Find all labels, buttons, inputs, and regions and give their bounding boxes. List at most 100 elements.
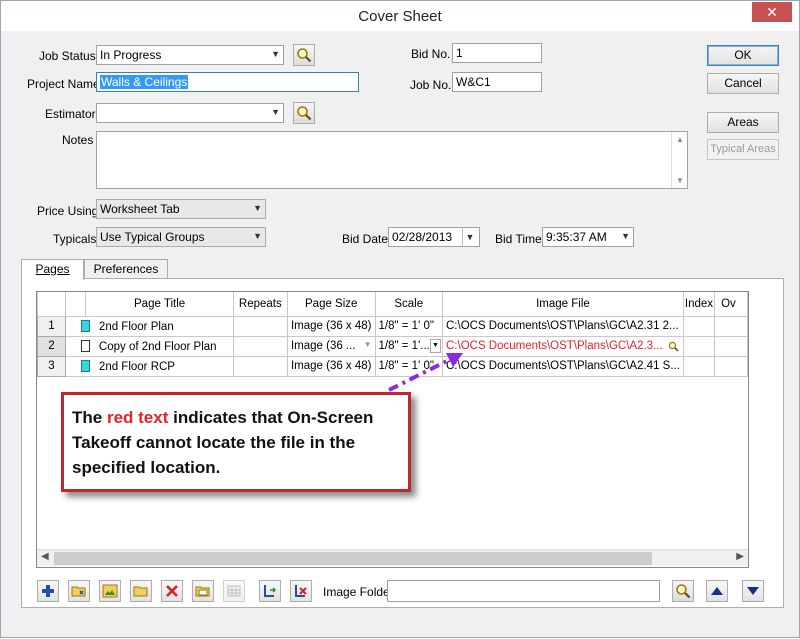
index-cell[interactable] <box>682 315 716 337</box>
col-header-page-size[interactable]: Page Size <box>286 292 376 317</box>
col-header-scale[interactable]: Scale <box>374 292 443 317</box>
page-title-cell[interactable]: 2nd Floor Plan <box>64 315 234 337</box>
areas-button[interactable]: Areas <box>707 112 779 133</box>
scroll-up-icon: ▲ <box>676 135 684 144</box>
image-folder-field[interactable] <box>387 580 660 602</box>
arrow-up-icon <box>711 587 723 595</box>
job-status-search-button[interactable] <box>293 44 315 66</box>
image-folder-label: Image Folder <box>323 585 394 599</box>
ov-cell[interactable] <box>714 355 748 377</box>
chevron-down-icon[interactable]: ▼ <box>364 340 372 349</box>
page-icon <box>80 339 90 352</box>
page-cyan-icon <box>80 359 90 372</box>
folder-open-button[interactable] <box>192 580 214 602</box>
row-number[interactable]: 3 <box>37 355 66 377</box>
bid-no-field[interactable]: 1 <box>452 43 542 63</box>
repeats-cell[interactable] <box>232 315 288 337</box>
ok-button[interactable]: OK <box>707 45 779 66</box>
move-icon <box>264 585 277 597</box>
index-cell[interactable] <box>682 335 716 357</box>
grid-icon <box>227 585 241 597</box>
scale-cell[interactable]: 1/8" = 1' 0" <box>374 315 443 337</box>
col-header-ov[interactable]: Ov <box>714 292 748 317</box>
scale-cell[interactable]: 1/8" = 1' 0" <box>374 355 443 377</box>
notes-scrollbar[interactable]: ▲ ▼ <box>671 132 687 188</box>
repeats-cell[interactable] <box>232 355 288 377</box>
image-file-missing-text: C:\OCS Documents\OST\Plans\GC\A2.3... <box>446 340 663 352</box>
callout-prefix: The <box>72 408 107 427</box>
magnifier-icon <box>676 584 691 599</box>
estimator-select[interactable]: ▼ <box>96 103 284 123</box>
window-title: Cover Sheet <box>358 8 442 25</box>
annotation-callout: The red text indicates that On-Screen Ta… <box>61 392 411 492</box>
col-header-index[interactable]: Index <box>682 292 716 317</box>
row-number[interactable]: 2 <box>37 335 66 357</box>
grid-horizontal-scrollbar[interactable]: ◀ ▶ <box>37 549 748 566</box>
chevron-down-icon: ▼ <box>253 203 262 213</box>
table-row[interactable]: 3 2nd Floor RCP Image (36 x 48) 1/8" = 1… <box>37 355 748 377</box>
chevron-down-icon[interactable]: ▼ <box>430 338 441 353</box>
project-name-field[interactable]: Walls & Ceilings <box>96 72 359 92</box>
image-file-cell[interactable]: C:\OCS Documents\OST\Plans\GC\A2.31 2... <box>442 315 684 337</box>
folder-open-icon <box>195 586 210 597</box>
calendar-dropdown-icon[interactable]: ▼ <box>462 228 477 246</box>
tab-preferences[interactable]: Preferences <box>84 259 168 279</box>
image-folder-search-button[interactable] <box>672 580 694 602</box>
ov-cell[interactable] <box>714 335 748 357</box>
page-title-cell[interactable]: Copy of 2nd Floor Plan <box>64 335 234 357</box>
price-using-label: Price Using <box>37 204 99 218</box>
typicals-select[interactable]: Use Typical Groups ▼ <box>96 227 266 247</box>
row-number[interactable]: 1 <box>37 315 66 337</box>
move-button[interactable] <box>259 580 281 602</box>
delete-page-button[interactable] <box>161 580 183 602</box>
arrow-down-icon <box>747 587 759 595</box>
scale-text: 1/8" = 1'... <box>378 340 430 352</box>
index-cell[interactable] <box>682 355 716 377</box>
scroll-left-icon[interactable]: ◀ <box>41 551 49 562</box>
image-button[interactable] <box>99 580 121 602</box>
typical-areas-button[interactable]: Typical Areas <box>707 139 779 160</box>
scroll-thumb[interactable] <box>54 552 652 565</box>
page-size-cell[interactable]: Image (36 x 48) <box>286 315 376 337</box>
scale-cell[interactable]: 1/8" = 1'... ▼ <box>374 335 443 357</box>
bid-time-label: Bid Time <box>495 232 542 246</box>
open-folder-button[interactable] <box>68 580 90 602</box>
page-title-cell[interactable]: 2nd Floor RCP <box>64 355 234 377</box>
page-size-cell[interactable]: Image (36 x 48) <box>286 355 376 377</box>
price-using-select[interactable]: Worksheet Tab ▼ <box>96 199 266 219</box>
page-size-cell[interactable]: Image (36 ... ▼ <box>286 335 376 357</box>
add-page-button[interactable] <box>37 580 59 602</box>
job-no-field[interactable]: W&C1 <box>452 72 542 92</box>
ov-cell[interactable] <box>714 315 748 337</box>
move-down-button[interactable] <box>742 580 764 602</box>
job-status-select[interactable]: In Progress ▼ <box>96 45 284 65</box>
tab-pages[interactable]: Pages <box>21 259 84 280</box>
bid-time-picker[interactable]: 9:35:37 AM ▼ <box>542 227 634 247</box>
col-header-page-title[interactable]: Page Title <box>85 292 234 317</box>
price-using-value: Worksheet Tab <box>100 202 180 216</box>
move-up-button[interactable] <box>706 580 728 602</box>
image-file-cell[interactable]: C:\OCS Documents\OST\Plans\GC\A2.41 S... <box>442 355 684 377</box>
col-header-image-file[interactable]: Image File <box>442 292 684 317</box>
notes-label: Notes <box>62 133 94 147</box>
grid-button[interactable] <box>223 580 245 602</box>
magnifier-icon[interactable] <box>668 341 679 352</box>
typicals-value: Use Typical Groups <box>100 230 205 244</box>
estimator-search-button[interactable] <box>293 102 315 124</box>
notes-textarea[interactable]: ▲ ▼ <box>96 131 688 189</box>
col-header-rownum <box>37 292 66 317</box>
close-button[interactable]: ✕ <box>752 2 792 22</box>
remove-icon <box>295 585 307 597</box>
col-header-repeats[interactable]: Repeats <box>232 292 288 317</box>
remove-button[interactable] <box>290 580 312 602</box>
repeats-cell[interactable] <box>232 335 288 357</box>
scroll-right-icon[interactable]: ▶ <box>736 551 744 562</box>
folder-button[interactable] <box>130 580 152 602</box>
bid-date-picker[interactable]: 02/28/2013 ▼ <box>388 227 480 247</box>
table-row[interactable]: 1 2nd Floor Plan Image (36 x 48) 1/8" = … <box>37 315 748 337</box>
bid-date-label: Bid Date <box>342 232 389 246</box>
table-row[interactable]: 2 Copy of 2nd Floor Plan Image (36 ... ▼ … <box>37 335 748 357</box>
cancel-button[interactable]: Cancel <box>707 73 779 94</box>
folder-icon <box>133 586 148 597</box>
image-file-cell[interactable]: C:\OCS Documents\OST\Plans\GC\A2.3... <box>442 335 684 357</box>
